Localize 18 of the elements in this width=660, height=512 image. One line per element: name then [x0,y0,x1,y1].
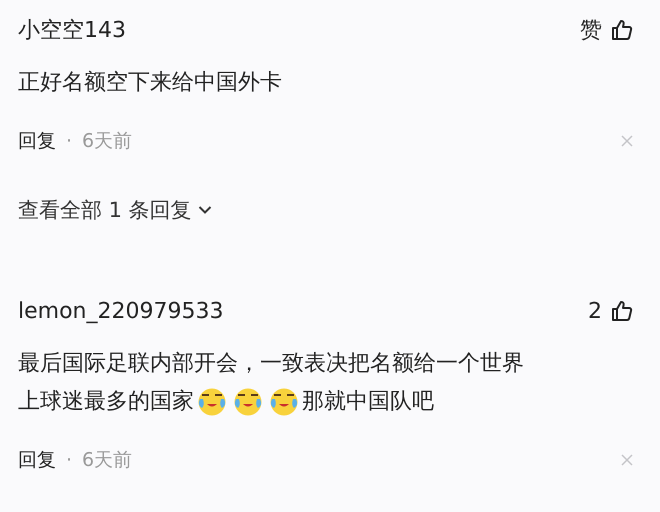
timestamp: 6天前 [82,448,134,473]
reply-link[interactable]: 回复 [18,128,56,154]
reply-link[interactable]: 回复 [18,447,56,473]
like-count[interactable]: 2 [588,298,602,324]
view-replies-link[interactable]: 查看全部 1 条回复 [18,190,634,230]
comment-text: 那就中国队吧 [302,388,434,416]
comment-text: 上球迷最多的国家 [18,388,194,416]
username[interactable]: 小空空143 [18,15,126,45]
chevron-down-icon [198,205,212,215]
comment-text: 最后国际足联内部开会，一致表决把名额给一个世界 [18,350,524,378]
separator-dot: · [66,130,72,152]
timestamp: 6天前 [82,129,134,154]
thumbs-up-icon[interactable] [610,299,634,323]
like-count[interactable]: 赞 [580,15,602,45]
username[interactable]: lemon_220979533 [18,298,224,324]
thumbs-up-icon[interactable] [610,18,634,42]
comment-text: 正好名额空下来给中国外卡 [18,69,282,97]
separator-dot: · [66,449,72,471]
